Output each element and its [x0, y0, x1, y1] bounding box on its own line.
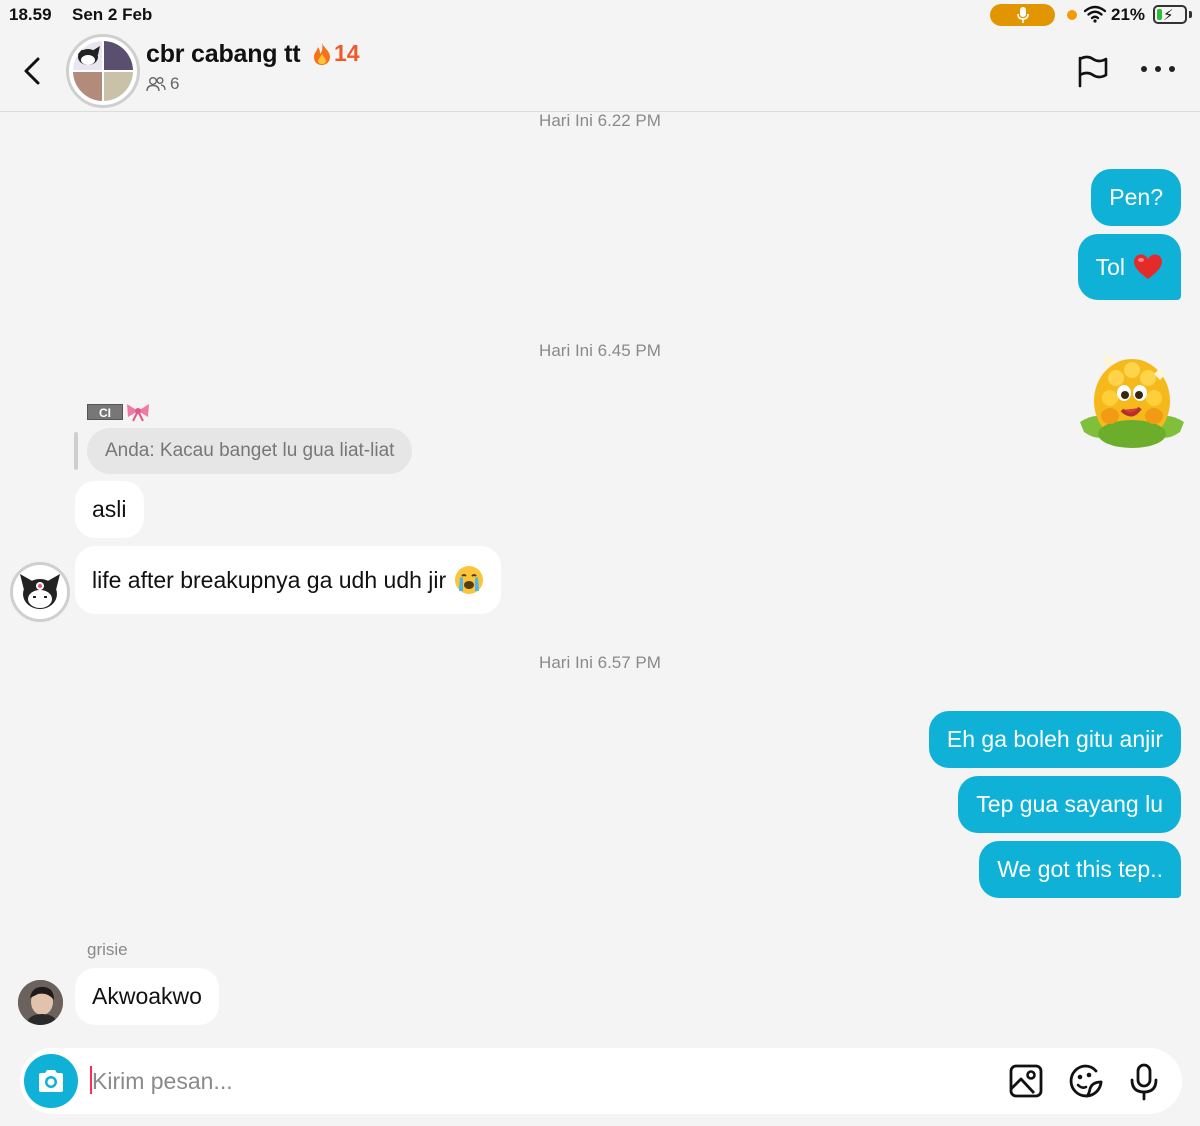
flag-icon[interactable]	[1076, 54, 1110, 88]
streak-count: 14	[334, 40, 360, 66]
mic-in-use-indicator[interactable]	[990, 4, 1055, 26]
sender-initial-key: CI	[87, 404, 123, 420]
wifi-icon	[1084, 5, 1106, 23]
member-photo-thumb	[104, 72, 133, 101]
outgoing-message[interactable]: Tep gua sayang lu	[958, 776, 1181, 833]
timestamp-divider: Hari Ini 6.45 PM	[539, 341, 661, 360]
message-input[interactable]	[92, 1062, 972, 1100]
incoming-message[interactable]: life after breakupnya ga udh udh jir	[75, 546, 502, 614]
reply-bar	[74, 432, 78, 470]
kuromi-avatar-icon	[20, 574, 60, 609]
outgoing-message[interactable]: We got this tep..	[979, 841, 1181, 898]
outgoing-message[interactable]: Pen?	[1091, 169, 1181, 226]
message-text: life after breakupnya ga udh udh jir	[92, 567, 447, 593]
red-heart-icon	[1134, 254, 1162, 279]
more-options-icon[interactable]	[1141, 54, 1175, 84]
battery-percent: 21%	[1111, 5, 1146, 24]
crying-face-emoji-icon	[455, 566, 484, 594]
message-text: Tol	[1095, 254, 1125, 280]
outgoing-message[interactable]: Eh ga boleh gitu anjir	[928, 711, 1181, 768]
sticker-icon[interactable]	[1068, 1063, 1104, 1099]
camera-button[interactable]	[24, 1054, 78, 1108]
outgoing-message[interactable]: Tol	[1077, 234, 1181, 300]
battery-icon: ⚡	[1153, 5, 1187, 24]
ribbon-bow-icon	[127, 404, 149, 422]
sender-name: grisie	[87, 940, 128, 959]
replied-message-quote[interactable]: Anda: Kacau banget lu gua liat-liat	[87, 428, 413, 474]
timestamp-divider: Hari Ini 6.22 PM	[539, 111, 661, 130]
corn-sticker[interactable]	[1074, 346, 1190, 454]
member-photo-thumb	[104, 41, 133, 70]
microphone-icon[interactable]	[1128, 1063, 1160, 1101]
sender-avatar[interactable]	[10, 562, 70, 622]
fire-icon	[314, 42, 330, 65]
incoming-message[interactable]: Akwoakwo	[75, 968, 219, 1025]
status-date: Sen 2 Feb	[72, 5, 153, 24]
sender-avatar[interactable]	[18, 980, 63, 1025]
timestamp-divider: Hari Ini 6.57 PM	[539, 653, 661, 672]
person-photo	[18, 980, 63, 1025]
people-icon	[146, 77, 166, 92]
member-count: 6	[146, 74, 179, 94]
incoming-message[interactable]: asli	[75, 481, 144, 538]
member-count-value: 6	[170, 74, 180, 93]
camera-icon	[39, 1070, 63, 1092]
battery-cap	[1189, 11, 1192, 18]
group-title[interactable]: cbr cabang tt	[146, 40, 301, 69]
privacy-indicator-dot	[1067, 10, 1077, 20]
chat-header: cbr cabang tt 14 6	[0, 28, 1200, 112]
status-time: 18.59	[9, 5, 52, 24]
charging-bolt-icon: ⚡	[1163, 7, 1174, 24]
sender-tag: CI	[87, 402, 151, 422]
streak-badge: 14	[312, 40, 360, 67]
group-avatar[interactable]	[66, 34, 140, 108]
back-arrow-icon[interactable]	[20, 56, 44, 86]
kuromi-avatar-thumb	[73, 41, 102, 70]
member-photo-thumb	[73, 72, 102, 101]
battery-level	[1157, 9, 1162, 20]
mic-icon	[1016, 7, 1029, 23]
message-composer	[20, 1048, 1182, 1114]
gallery-image-icon[interactable]	[1008, 1063, 1044, 1099]
chat-screen: 18.59 Sen 2 Feb 21% ⚡ cbr cabang tt 14 6…	[0, 0, 1200, 1126]
